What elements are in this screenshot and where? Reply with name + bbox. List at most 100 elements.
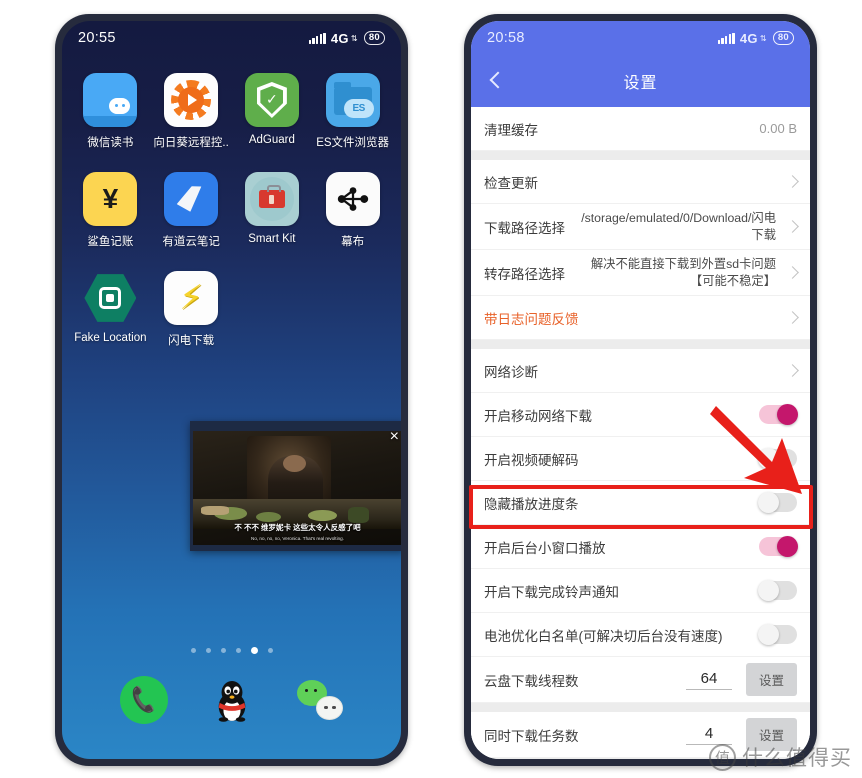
video-prop	[307, 509, 338, 522]
page-title: 设置	[623, 75, 658, 92]
toggle-knob	[777, 535, 798, 557]
app-label: 微信读书	[87, 137, 134, 149]
data-arrows-icon: ⇅	[350, 33, 358, 43]
toggle-switch[interactable]	[759, 403, 798, 425]
watermark-text: 什么值得买	[742, 747, 852, 770]
settings-header: 20:58 4G ⇅ 80 设置	[471, 21, 810, 107]
qq-penguin-icon[interactable]	[208, 676, 256, 724]
app-fake-location[interactable]: Fake Location	[70, 271, 151, 348]
battery-indicator: 80	[772, 31, 794, 45]
app-flash-download[interactable]: ⚡ 闪电下载	[151, 271, 232, 348]
shark-ledger-icon: ¥	[83, 172, 138, 226]
settings-row-label: 清理缓存	[484, 122, 538, 138]
toggle-knob	[758, 623, 779, 645]
settings-row[interactable]: 电池优化白名单(可解决切后台没有速度)	[471, 613, 810, 658]
settings-row[interactable]: 清理缓存 0.00 B	[471, 107, 810, 151]
settings-row-value: 0.00 B	[759, 121, 797, 136]
app-youdao-note[interactable]: 有道云笔记	[151, 172, 232, 249]
app-wechat-read[interactable]: 微信读书	[70, 73, 151, 150]
settings-row[interactable]: 网络诊断	[471, 349, 810, 394]
section-separator	[471, 151, 810, 160]
right-phone-device: 20:58 4G ⇅ 80 设置 清理缓存 0.00 B 检查更新下载路径选择/st…	[464, 14, 817, 766]
settings-row-label: 开启视频硬解码	[484, 452, 579, 468]
toggle-switch[interactable]	[758, 447, 797, 469]
data-arrows-icon: ⇅	[759, 33, 767, 43]
app-sunflower-remote[interactable]: 向日葵远程控..	[151, 73, 232, 150]
back-chevron-icon[interactable]	[485, 70, 507, 92]
settings-row[interactable]: 转存路径选择 解决不能直接下载到外置sd卡问题【可能不稳定】	[471, 250, 810, 297]
screenshot-root: 20:55 4G ⇅ 80 微信读书 向日葵远程控.. ✓ AdGuard ES…	[0, 0, 862, 778]
stepper-value[interactable]: 64	[685, 670, 732, 690]
page-dot	[205, 648, 211, 653]
left-phone-device: 20:55 4G ⇅ 80 微信读书 向日葵远程控.. ✓ AdGuard ES…	[55, 14, 408, 766]
page-dot	[190, 648, 196, 653]
apply-setting-button[interactable]: 设置	[745, 663, 797, 697]
settings-row-label: 带日志问题反馈	[484, 311, 579, 327]
signal-bars-icon	[308, 32, 326, 44]
sunflower-remote-icon	[164, 73, 219, 127]
video-subtitle-english: No, no, no, no, Veronica. That's real re…	[251, 536, 344, 541]
mubu-icon	[325, 172, 380, 226]
left-status-bar: 20:55 4G ⇅ 80	[62, 21, 401, 55]
battery-indicator: 80	[363, 31, 385, 45]
toggle-knob	[777, 403, 798, 425]
settings-row[interactable]: 开启下载完成铃声通知	[471, 569, 810, 614]
toggle-knob	[758, 447, 779, 469]
signal-bars-icon	[717, 32, 735, 44]
video-subtitle-chinese: 不 不不 维罗妮卡 这些太令人反感了吧	[234, 523, 361, 532]
app-es-file-explorer[interactable]: ES ES文件浏览器	[312, 73, 393, 150]
settings-row[interactable]: 开启后台小窗口播放	[471, 525, 810, 570]
toggle-switch[interactable]	[758, 579, 797, 601]
toggle-switch[interactable]	[758, 623, 797, 645]
settings-navbar: 设置	[471, 55, 810, 107]
page-dot	[267, 648, 273, 653]
floating-video-window[interactable]: 不 不不 维罗妮卡 这些太令人反感了吧 No, no, no, no, Vero…	[190, 421, 401, 551]
settings-row[interactable]: 检查更新	[471, 160, 810, 204]
settings-row-label: 网络诊断	[484, 364, 538, 380]
page-dot	[220, 648, 226, 653]
settings-row[interactable]: 云盘下载线程数 64 设置	[471, 657, 810, 704]
qq-penguin-glyph	[219, 681, 246, 722]
adguard-shield-icon: ✓	[244, 73, 299, 127]
app-shark-ledger[interactable]: ¥ 鲨鱼记账	[70, 172, 151, 249]
app-adguard[interactable]: ✓ AdGuard	[232, 73, 313, 150]
settings-row[interactable]: 隐藏播放进度条	[471, 481, 810, 526]
settings-row-label: 开启下载完成铃声通知	[484, 584, 619, 600]
settings-row-label: 同时下载任务数	[484, 728, 579, 744]
wechat-icon[interactable]	[296, 680, 343, 720]
fake-location-icon	[83, 271, 137, 325]
watermark: 值 什么值得买	[709, 742, 852, 772]
left-status-time: 20:55	[78, 30, 116, 46]
settings-row[interactable]: 开启移动网络下载	[471, 393, 810, 438]
wechat-read-icon	[83, 73, 138, 127]
settings-row-label: 开启移动网络下载	[484, 408, 592, 424]
app-label: 鲨鱼记账	[87, 236, 134, 248]
app-smart-kit[interactable]: Smart Kit	[232, 172, 313, 249]
toggle-knob	[758, 579, 779, 601]
right-status-time: 20:58	[487, 30, 525, 46]
toggle-switch[interactable]	[759, 535, 798, 557]
settings-row-label: 检查更新	[484, 175, 538, 191]
phone-dialer-icon[interactable]: 📞	[120, 676, 169, 724]
app-label: 向日葵远程控..	[153, 137, 229, 149]
settings-row[interactable]: 下载路径选择/storage/emulated/0/Download/闪电下载	[471, 204, 810, 251]
settings-list: 清理缓存 0.00 B 检查更新下载路径选择/storage/emulated/0/…	[471, 107, 810, 759]
settings-row[interactable]: 开启视频硬解码	[471, 437, 810, 482]
settings-row-label: 转存路径选择	[484, 266, 565, 282]
video-character-head	[282, 454, 306, 473]
youdao-note-icon	[164, 172, 219, 226]
section-separator	[471, 340, 810, 350]
close-icon[interactable]: ×	[390, 429, 399, 445]
app-label: AdGuard	[248, 134, 295, 146]
chevron-right-icon	[786, 311, 799, 325]
app-label: 幕布	[341, 236, 365, 248]
settings-row[interactable]: 带日志问题反馈	[471, 296, 810, 341]
es-file-explorer-icon: ES	[325, 73, 380, 127]
settings-row-label: 隐藏播放进度条	[484, 496, 579, 512]
app-mubu[interactable]: 幕布	[312, 172, 393, 249]
toggle-switch[interactable]	[758, 491, 797, 513]
value-stepper: 64 设置	[685, 663, 797, 697]
smart-kit-icon	[244, 172, 299, 226]
app-label: 闪电下载	[168, 335, 215, 347]
left-status-icons: 4G ⇅ 80	[308, 31, 385, 46]
